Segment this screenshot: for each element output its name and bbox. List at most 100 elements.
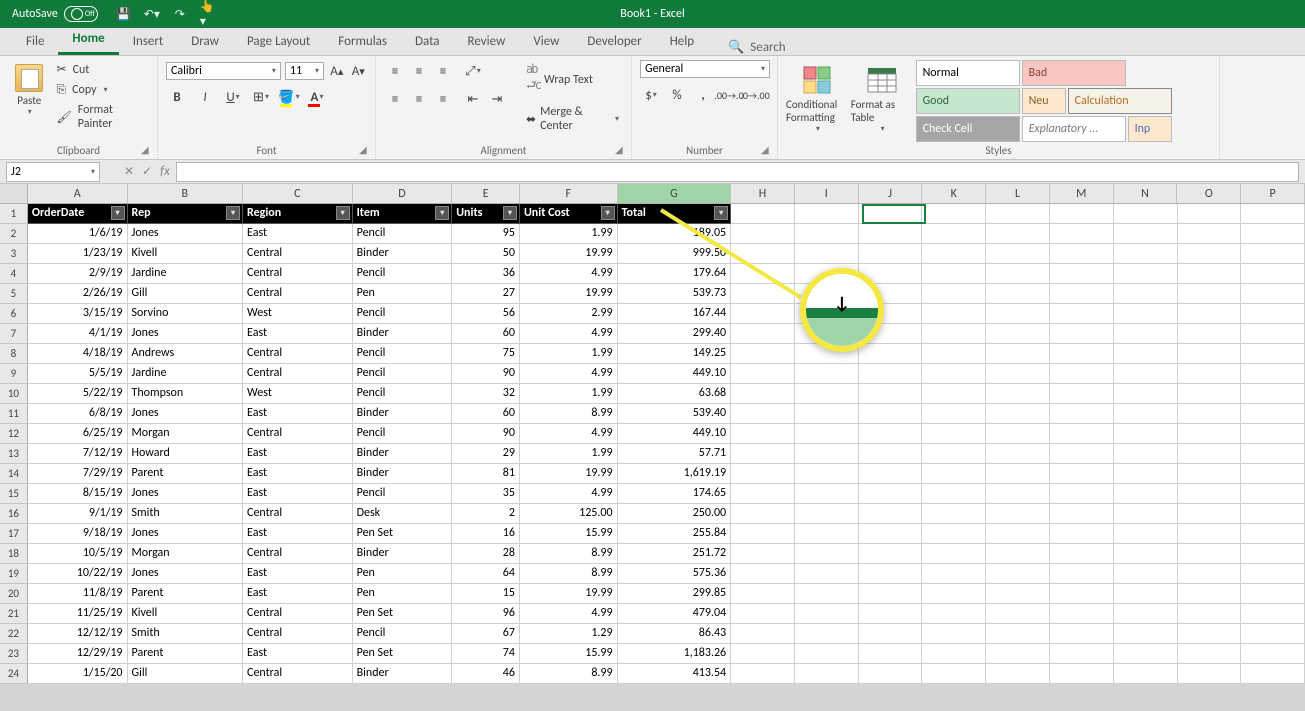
- data-cell[interactable]: 255.84: [618, 524, 732, 544]
- empty-cell[interactable]: [1114, 264, 1178, 284]
- empty-cell[interactable]: [795, 524, 859, 544]
- data-cell[interactable]: 15: [452, 584, 520, 604]
- empty-cell[interactable]: [731, 624, 795, 644]
- empty-cell[interactable]: [859, 224, 923, 244]
- data-cell[interactable]: 11/8/19: [28, 584, 128, 604]
- empty-cell[interactable]: [1178, 324, 1242, 344]
- data-cell[interactable]: 35: [452, 484, 520, 504]
- empty-cell[interactable]: [859, 644, 923, 664]
- tab-data[interactable]: Data: [401, 28, 454, 55]
- data-cell[interactable]: Pencil: [353, 344, 453, 364]
- data-cell[interactable]: 575.36: [618, 564, 732, 584]
- increase-decimal-icon[interactable]: .00→.0: [718, 84, 740, 106]
- empty-cell[interactable]: [1241, 264, 1305, 284]
- data-cell[interactable]: Jones: [128, 564, 244, 584]
- data-cell[interactable]: 19.99: [520, 244, 618, 264]
- column-header-P[interactable]: P: [1241, 184, 1305, 203]
- data-cell[interactable]: 1.29: [520, 624, 618, 644]
- data-cell[interactable]: 11/25/19: [28, 604, 128, 624]
- column-header-H[interactable]: H: [731, 184, 795, 203]
- empty-cell[interactable]: [1178, 244, 1242, 264]
- empty-cell[interactable]: [731, 324, 795, 344]
- data-cell[interactable]: Howard: [128, 444, 244, 464]
- data-cell[interactable]: Binder: [353, 324, 453, 344]
- data-cell[interactable]: 539.40: [618, 404, 732, 424]
- row-header[interactable]: 22: [0, 624, 28, 644]
- data-cell[interactable]: Jardine: [128, 364, 244, 384]
- column-header-L[interactable]: L: [986, 184, 1050, 203]
- data-cell[interactable]: 19.99: [520, 284, 618, 304]
- autosave-toggle[interactable]: AutoSave Off: [12, 6, 98, 22]
- data-cell[interactable]: West: [243, 304, 353, 324]
- data-cell[interactable]: 2/9/19: [28, 264, 128, 284]
- empty-cell[interactable]: [1178, 484, 1242, 504]
- data-cell[interactable]: 8/15/19: [28, 484, 128, 504]
- align-bottom-icon[interactable]: ≡: [432, 60, 454, 82]
- empty-cell[interactable]: [1178, 524, 1242, 544]
- empty-cell[interactable]: [731, 224, 795, 244]
- empty-cell[interactable]: [1050, 564, 1114, 584]
- empty-cell[interactable]: [922, 244, 986, 264]
- data-cell[interactable]: 299.40: [618, 324, 732, 344]
- data-cell[interactable]: 250.00: [618, 504, 732, 524]
- empty-cell[interactable]: [1241, 284, 1305, 304]
- empty-cell[interactable]: [731, 364, 795, 384]
- empty-cell[interactable]: [922, 264, 986, 284]
- data-cell[interactable]: 6/25/19: [28, 424, 128, 444]
- empty-cell[interactable]: [859, 544, 923, 564]
- empty-cell[interactable]: [1241, 524, 1305, 544]
- empty-cell[interactable]: [1114, 584, 1178, 604]
- empty-cell[interactable]: [859, 404, 923, 424]
- increase-indent-icon[interactable]: ⇥: [486, 88, 508, 110]
- empty-cell[interactable]: [1178, 644, 1242, 664]
- empty-cell[interactable]: [1241, 304, 1305, 324]
- cancel-formula-icon[interactable]: ✕: [124, 164, 134, 179]
- cut-button[interactable]: ✂Cut: [55, 60, 149, 79]
- style-neutral[interactable]: Neu: [1022, 88, 1066, 114]
- table-header[interactable]: OrderDate▾: [28, 204, 128, 224]
- table-header[interactable]: Units▾: [452, 204, 520, 224]
- data-cell[interactable]: Binder: [353, 244, 453, 264]
- data-cell[interactable]: Gill: [128, 284, 244, 304]
- align-middle-icon[interactable]: ≡: [408, 60, 430, 82]
- empty-cell[interactable]: [1241, 664, 1305, 684]
- data-cell[interactable]: 67: [452, 624, 520, 644]
- empty-cell[interactable]: [795, 244, 859, 264]
- data-cell[interactable]: Desk: [353, 504, 453, 524]
- empty-cell[interactable]: [1114, 484, 1178, 504]
- empty-cell[interactable]: [1050, 264, 1114, 284]
- cell-styles-gallery[interactable]: Normal Bad Good Neu Calculation Check Ce…: [916, 60, 1211, 142]
- empty-cell[interactable]: [795, 384, 859, 404]
- data-cell[interactable]: Smith: [128, 504, 244, 524]
- empty-cell[interactable]: [859, 384, 923, 404]
- data-cell[interactable]: 4.99: [520, 424, 618, 444]
- data-cell[interactable]: East: [243, 584, 353, 604]
- empty-cell[interactable]: [986, 444, 1050, 464]
- data-cell[interactable]: 1/23/19: [28, 244, 128, 264]
- empty-cell[interactable]: [1178, 664, 1242, 684]
- empty-cell[interactable]: [1114, 244, 1178, 264]
- tab-draw[interactable]: Draw: [177, 28, 233, 55]
- empty-cell[interactable]: [731, 524, 795, 544]
- empty-cell[interactable]: [1050, 664, 1114, 684]
- column-header-J[interactable]: J: [859, 184, 923, 203]
- table-header[interactable]: Region▾: [243, 204, 353, 224]
- data-cell[interactable]: 174.65: [618, 484, 732, 504]
- empty-cell[interactable]: [1114, 564, 1178, 584]
- data-cell[interactable]: Jones: [128, 404, 244, 424]
- column-header-C[interactable]: C: [243, 184, 353, 203]
- row-header[interactable]: 7: [0, 324, 28, 344]
- data-cell[interactable]: Central: [243, 504, 353, 524]
- align-center-icon[interactable]: ≡: [408, 88, 430, 110]
- data-cell[interactable]: Pen: [353, 284, 453, 304]
- column-header-I[interactable]: I: [795, 184, 859, 203]
- empty-cell[interactable]: [1114, 444, 1178, 464]
- empty-cell[interactable]: [1050, 484, 1114, 504]
- data-cell[interactable]: 4.99: [520, 604, 618, 624]
- data-cell[interactable]: Thompson: [128, 384, 244, 404]
- empty-cell[interactable]: [731, 304, 795, 324]
- align-right-icon[interactable]: ≡: [432, 88, 454, 110]
- row-header[interactable]: 5: [0, 284, 28, 304]
- filter-dropdown-icon[interactable]: ▾: [601, 206, 615, 220]
- empty-cell[interactable]: [1241, 504, 1305, 524]
